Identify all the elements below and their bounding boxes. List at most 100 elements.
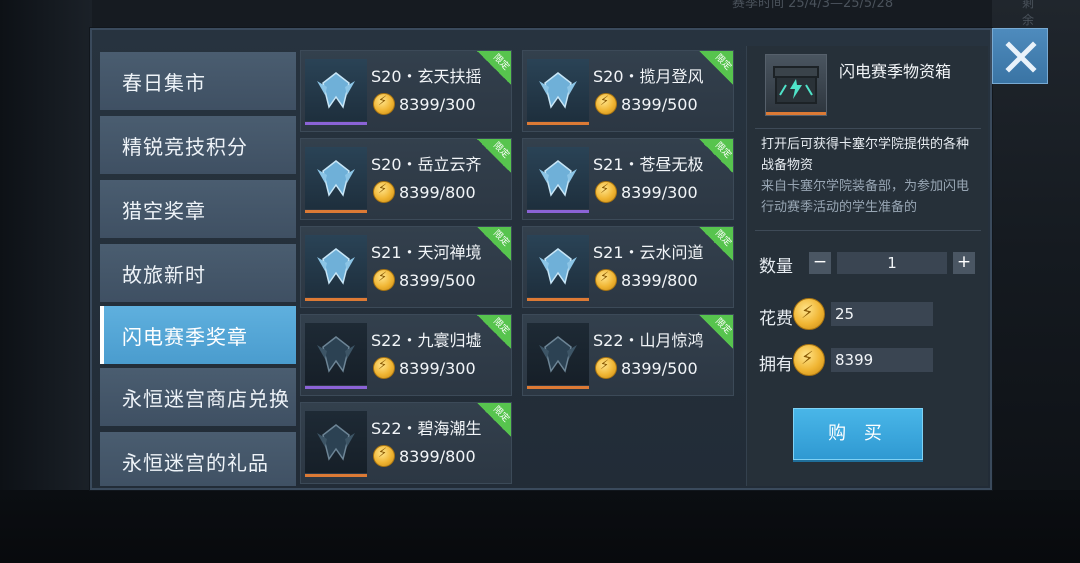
item-price: 8399/300 bbox=[373, 93, 476, 115]
wing-emblem-icon bbox=[317, 72, 355, 109]
sidebar-item-hunter-medal[interactable]: 猎空奖章 bbox=[100, 180, 296, 238]
item-card[interactable]: S20・玄天扶摇 8399/300 限定 bbox=[300, 50, 512, 132]
item-card[interactable]: S21・云水问道 8399/800 限定 bbox=[522, 226, 734, 308]
quantity-label: 数量 bbox=[759, 257, 793, 277]
item-price-value: 8399/800 bbox=[399, 446, 476, 466]
limited-badge: 限定 bbox=[699, 51, 733, 85]
close-button[interactable] bbox=[992, 28, 1048, 84]
rarity-bar bbox=[305, 122, 367, 125]
divider bbox=[755, 128, 981, 129]
item-price-value: 8399/500 bbox=[399, 270, 476, 290]
sidebar-item-maze-gifts[interactable]: 永恒迷宫的礼品 bbox=[100, 432, 296, 486]
item-name: S22・山月惊鸿 bbox=[593, 331, 704, 350]
item-thumbnail bbox=[305, 411, 367, 473]
sidebar-item-label: 永恒迷宫商店兑换 bbox=[122, 386, 290, 411]
coin-icon bbox=[595, 181, 617, 203]
rarity-bar bbox=[527, 210, 589, 213]
item-price-value: 8399/500 bbox=[621, 94, 698, 114]
wing-emblem-icon bbox=[317, 336, 355, 373]
item-card[interactable]: S21・天河禅境 8399/500 限定 bbox=[300, 226, 512, 308]
quantity-value[interactable]: 1 bbox=[837, 252, 947, 274]
item-price: 8399/800 bbox=[595, 269, 698, 291]
item-thumbnail bbox=[305, 59, 367, 121]
item-name: S20・岳立云齐 bbox=[371, 155, 482, 174]
divider bbox=[755, 230, 981, 231]
item-price: 8399/500 bbox=[595, 93, 698, 115]
limited-badge: 限定 bbox=[477, 51, 511, 85]
sidebar-item-spring-market[interactable]: 春日集市 bbox=[100, 52, 296, 110]
quantity-increase-button[interactable]: + bbox=[953, 252, 975, 274]
item-detail-panel: 闪电赛季物资箱 打开后可获得卡塞尔学院提供的各种战备物资 来自卡塞尔学院装备部，… bbox=[746, 46, 988, 486]
coin-icon bbox=[595, 93, 617, 115]
item-name: S22・九寰归墟 bbox=[371, 331, 482, 350]
item-price-value: 8399/800 bbox=[621, 270, 698, 290]
wing-emblem-icon bbox=[539, 160, 577, 197]
sidebar-item-label: 闪电赛季奖章 bbox=[122, 324, 248, 349]
background-top-bar: 赛季时间 25/4/3—25/5/28 剩余62天 bbox=[92, 0, 1037, 58]
limited-badge: 限定 bbox=[477, 139, 511, 173]
background-bottom-bar bbox=[0, 490, 1080, 563]
wing-emblem-icon bbox=[539, 72, 577, 109]
limited-badge: 限定 bbox=[699, 315, 733, 349]
owned-label: 拥有 bbox=[759, 355, 793, 375]
buy-button[interactable]: 购 买 bbox=[793, 408, 923, 460]
background-left bbox=[0, 0, 92, 563]
item-card[interactable]: S20・岳立云齐 8399/800 限定 bbox=[300, 138, 512, 220]
cost-value: 25 bbox=[831, 302, 933, 326]
item-price-value: 8399/300 bbox=[399, 358, 476, 378]
item-card[interactable]: S22・山月惊鸿 8399/500 限定 bbox=[522, 314, 734, 396]
wing-emblem-icon bbox=[317, 248, 355, 285]
coin-icon bbox=[373, 445, 395, 467]
item-price-value: 8399/300 bbox=[621, 182, 698, 202]
item-thumbnail bbox=[527, 323, 589, 385]
item-price: 8399/300 bbox=[595, 181, 698, 203]
sidebar-item-label: 永恒迷宫的礼品 bbox=[122, 450, 269, 475]
owned-value: 8399 bbox=[831, 348, 933, 372]
rarity-bar bbox=[527, 386, 589, 389]
close-icon bbox=[1005, 41, 1037, 73]
limited-badge: 限定 bbox=[699, 227, 733, 261]
item-price: 8399/800 bbox=[373, 445, 476, 467]
rarity-bar bbox=[305, 298, 367, 301]
coin-icon bbox=[793, 344, 825, 376]
coin-icon bbox=[373, 357, 395, 379]
sidebar-item-lightning-medal[interactable]: 闪电赛季奖章 bbox=[100, 306, 296, 364]
limited-badge: 限定 bbox=[477, 403, 511, 437]
item-price: 8399/800 bbox=[373, 181, 476, 203]
rarity-bar bbox=[305, 386, 367, 389]
season-time-text: 赛季时间 25/4/3—25/5/28 bbox=[732, 0, 894, 11]
sidebar-item-label: 故旅新时 bbox=[122, 262, 206, 287]
sidebar-item-old-journey[interactable]: 故旅新时 bbox=[100, 244, 296, 302]
sidebar-item-label: 精锐竞技积分 bbox=[122, 134, 248, 159]
category-sidebar: 春日集市 精锐竞技积分 猎空奖章 故旅新时 闪电赛季奖章 永恒迷宫商店兑换 永恒… bbox=[100, 46, 296, 486]
detail-description: 打开后可获得卡塞尔学院提供的各种战备物资 bbox=[761, 137, 970, 173]
item-thumbnail bbox=[527, 235, 589, 297]
sidebar-item-elite-points[interactable]: 精锐竞技积分 bbox=[100, 116, 296, 174]
coin-icon bbox=[595, 357, 617, 379]
wing-emblem-icon bbox=[539, 336, 577, 373]
rarity-bar bbox=[305, 474, 367, 477]
item-grid: S20・玄天扶摇 8399/300 限定 S20・揽月登风 8399/500 限… bbox=[300, 46, 740, 486]
item-name: S20・玄天扶摇 bbox=[371, 67, 482, 86]
supply-box-icon bbox=[765, 54, 827, 116]
limited-badge: 限定 bbox=[477, 227, 511, 261]
cost-label: 花费 bbox=[759, 309, 793, 329]
coin-icon bbox=[373, 269, 395, 291]
item-thumbnail bbox=[527, 59, 589, 121]
item-price: 8399/500 bbox=[373, 269, 476, 291]
item-name: S20・揽月登风 bbox=[593, 67, 704, 86]
item-card[interactable]: S21・苍昼无极 8399/300 限定 bbox=[522, 138, 734, 220]
sidebar-item-maze-shop[interactable]: 永恒迷宫商店兑换 bbox=[100, 368, 296, 426]
item-card[interactable]: S22・碧海潮生 8399/800 限定 bbox=[300, 402, 512, 484]
rarity-bar bbox=[527, 122, 589, 125]
item-price-value: 8399/500 bbox=[621, 358, 698, 378]
item-thumbnail bbox=[305, 323, 367, 385]
item-name: S21・苍昼无极 bbox=[593, 155, 704, 174]
sidebar-item-label: 猎空奖章 bbox=[122, 198, 206, 223]
detail-title: 闪电赛季物资箱 bbox=[839, 62, 952, 81]
item-card[interactable]: S20・揽月登风 8399/500 限定 bbox=[522, 50, 734, 132]
quantity-decrease-button[interactable]: − bbox=[809, 252, 831, 274]
item-price-value: 8399/800 bbox=[399, 182, 476, 202]
item-name: S22・碧海潮生 bbox=[371, 419, 482, 438]
item-card[interactable]: S22・九寰归墟 8399/300 限定 bbox=[300, 314, 512, 396]
